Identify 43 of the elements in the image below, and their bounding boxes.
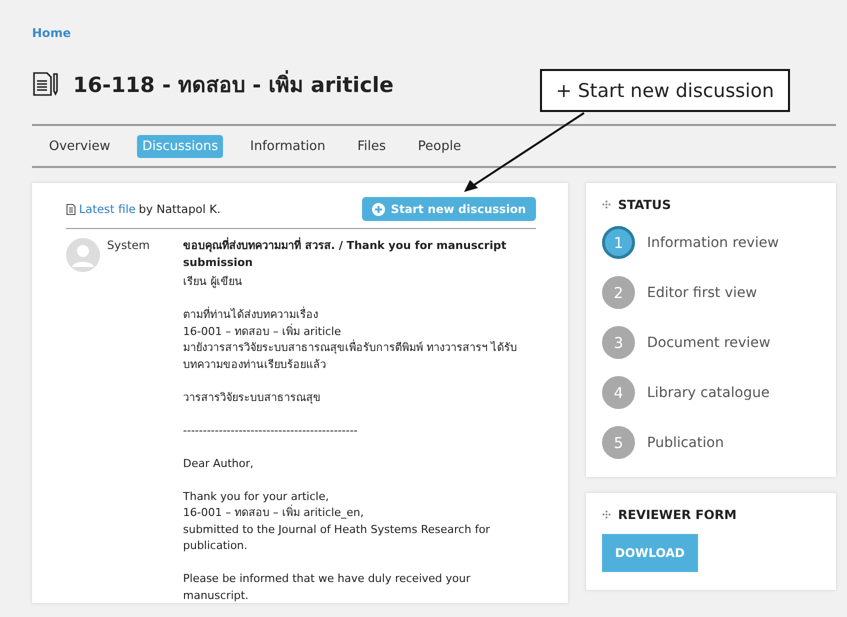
tab[interactable]: Information bbox=[245, 134, 330, 158]
tab[interactable]: Discussions bbox=[137, 134, 224, 158]
avatar-icon bbox=[66, 238, 100, 272]
message-subject: ขอบคุณที่ส่งบทความมาที่ สวรส. / Thank you for manuscript submission bbox=[183, 238, 508, 270]
message-line: เรียน ผู้เขียน bbox=[183, 274, 244, 290]
step-number: 3 bbox=[602, 326, 635, 359]
message-line: 16-001 – ทดสอบ – เพิ่ม ariticle_en, bbox=[183, 505, 365, 521]
card-heading: STATUS bbox=[618, 197, 671, 212]
message-line: วารสารวิจัยระบบสาธารณสุข bbox=[183, 390, 322, 406]
grip-icon bbox=[602, 200, 611, 209]
message-line: submitted to the Journal of Heath Systems Research for publication. bbox=[183, 522, 491, 554]
step-label: Library catalogue bbox=[647, 384, 770, 400]
message-line: ตามที่ท่านได้ส่งบทความเรื่อง bbox=[183, 307, 319, 323]
step-number: 1 bbox=[602, 226, 635, 259]
callout-label: + Start new discussion bbox=[540, 69, 790, 112]
step-label: Publication bbox=[647, 434, 724, 450]
step-label: Document review bbox=[647, 334, 770, 350]
tab[interactable]: People bbox=[412, 134, 466, 158]
grip-icon bbox=[602, 510, 611, 519]
breadcrumb-link[interactable]: Home bbox=[32, 26, 71, 40]
document-icon bbox=[32, 72, 59, 96]
plus-icon bbox=[372, 202, 385, 216]
start-discussion-button[interactable]: Start new discussion bbox=[362, 197, 536, 221]
tab[interactable]: Files bbox=[352, 134, 391, 158]
page-title: 16-118 - ทดสอบ - เพิ่ม ariticle bbox=[73, 68, 394, 100]
step-label: Information review bbox=[647, 234, 779, 250]
file-author: by Nattapol K. bbox=[138, 202, 221, 216]
step-number: 2 bbox=[602, 276, 635, 309]
file-icon bbox=[66, 204, 76, 214]
step-number: 4 bbox=[602, 376, 635, 409]
message-line: มายังวารสารวิจัยระบบสาธารณสุขเพื่อรับการตีพิมพ์ ทางวารสารฯ ได้รับบทความของท่านเรียบร้อยแล้ว bbox=[183, 340, 518, 372]
message-line: Thank you for your article, bbox=[183, 488, 330, 504]
message-line: Dear Author, bbox=[183, 456, 255, 472]
message-line: -------------------------------------------- bbox=[183, 422, 359, 438]
message-line: Please be informed that we have duly received your manuscript. bbox=[183, 571, 472, 603]
tab[interactable]: Overview bbox=[44, 134, 116, 158]
message-line: 16-001 – ทดสอบ – เพิ่ม ariticle bbox=[183, 324, 342, 340]
download-button[interactable]: DOWLOAD bbox=[602, 534, 698, 572]
step-number: 5 bbox=[602, 426, 635, 459]
step-label: Editor first view bbox=[647, 284, 757, 300]
card-heading: REVIEWER FORM bbox=[618, 507, 737, 522]
message-author: System bbox=[106, 238, 151, 254]
latest-file-link[interactable]: Latest file bbox=[79, 202, 136, 216]
